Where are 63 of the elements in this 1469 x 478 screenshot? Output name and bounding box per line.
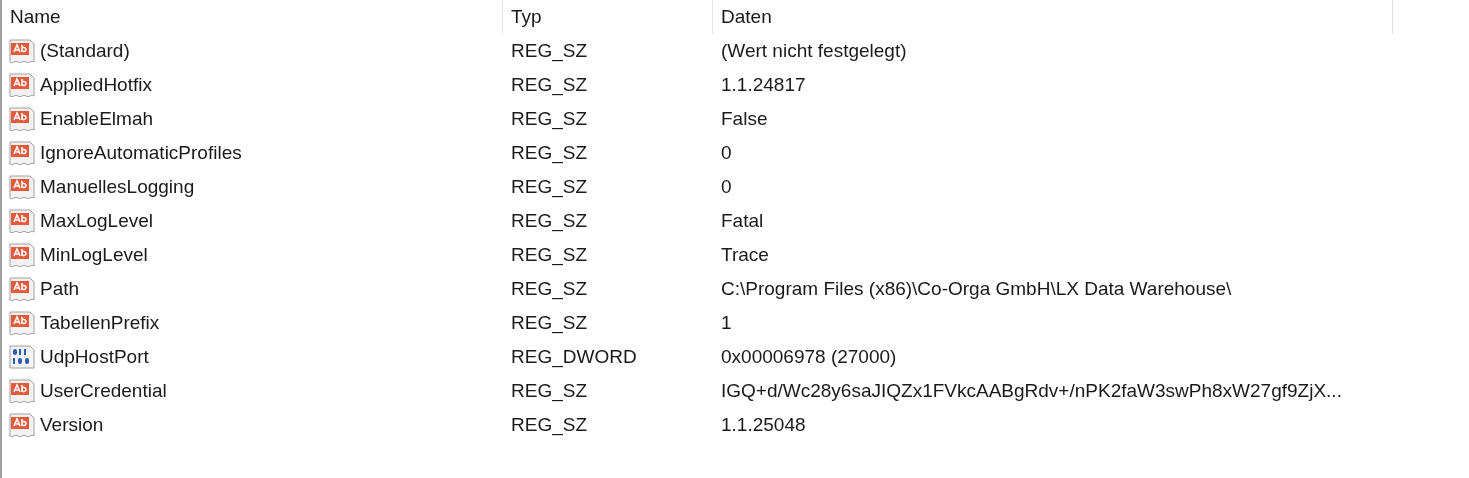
value-type-cell-text: REG_SZ [510, 73, 589, 98]
value-name-cell[interactable]: Path [2, 272, 503, 306]
value-type-cell-text: REG_SZ [510, 243, 589, 268]
value-name: Version [40, 414, 104, 436]
value-name-cell[interactable]: IgnoreAutomaticProfiles [2, 136, 503, 170]
value-name: AppliedHotfix [40, 74, 152, 96]
value-name-cell[interactable]: UdpHostPort [2, 340, 503, 374]
value-type-cell-text: REG_SZ [510, 277, 589, 302]
value-data-cell-text: 0 [720, 175, 733, 199]
value-type-cell-text: REG_SZ [510, 39, 589, 64]
value-name-cell[interactable]: Version [2, 408, 503, 442]
value-data-cell-text: C:\Program Files (x86)\Co-Orga GmbH\LX Data Warehouse\ [720, 277, 1233, 301]
value-name-cell[interactable]: UserCredential [2, 374, 503, 408]
value-name: Path [40, 278, 80, 300]
value-name-cell[interactable]: ManuellesLogging [2, 170, 503, 204]
value-name: MaxLogLevel [40, 210, 154, 232]
string-value-icon [8, 37, 36, 65]
value-name: MinLogLevel [40, 244, 148, 266]
value-type-cell-text: REG_SZ [510, 379, 589, 404]
string-value-icon [8, 411, 36, 439]
string-value-icon [8, 71, 36, 99]
value-name: TabellenPrefix [40, 312, 160, 334]
value-data-cell-text: Trace [720, 243, 770, 267]
value-name-cell[interactable]: TabellenPrefix [2, 306, 503, 340]
binary-value-icon [8, 343, 36, 371]
value-name-cell[interactable]: MinLogLevel [2, 238, 503, 272]
value-name: (Standard) [40, 40, 130, 62]
value-data-cell-text: False [720, 107, 769, 131]
column-header[interactable]: Typ [503, 0, 713, 34]
string-value-icon [8, 241, 36, 269]
value-name-cell[interactable]: MaxLogLevel [2, 204, 503, 238]
value-name: UserCredential [40, 380, 167, 402]
string-value-icon [8, 105, 36, 133]
value-name-cell[interactable]: (Standard) [2, 34, 503, 68]
value-type-cell-text: REG_SZ [510, 107, 589, 132]
value-data-cell-text: 0x00006978 (27000) [720, 345, 898, 369]
value-type-cell-text: REG_SZ [510, 311, 589, 336]
value-type-cell-text: REG_SZ [510, 209, 589, 234]
value-type-cell-text: REG_SZ [510, 141, 589, 166]
value-data-cell-text: IGQ+d/Wc28y6saJIQZx1FVkcAABgRdv+/nPK2faW3swPh8xW27gf9ZjX... [720, 379, 1343, 403]
value-name: UdpHostPort [40, 346, 149, 368]
value-data-cell-text: 1.1.24817 [720, 73, 807, 97]
value-name-cell[interactable]: AppliedHotfix [2, 68, 503, 102]
value-data-cell-text: 1.1.25048 [720, 413, 807, 437]
value-data-cell-text: Fatal [720, 209, 765, 233]
string-value-icon [8, 275, 36, 303]
value-data-cell-text: (Wert nicht festgelegt) [720, 39, 908, 63]
value-data-cell-text: 1 [720, 311, 733, 335]
column-header[interactable]: Daten [713, 0, 1393, 34]
string-value-icon [8, 377, 36, 405]
value-type-cell-text: REG_SZ [510, 413, 589, 438]
string-value-icon [8, 309, 36, 337]
value-name-cell[interactable]: EnableElmah [2, 102, 503, 136]
value-name: EnableElmah [40, 108, 154, 130]
column-header[interactable]: Name [2, 0, 503, 34]
value-name: ManuellesLogging [40, 176, 195, 198]
string-value-icon [8, 207, 36, 235]
string-value-icon [8, 173, 36, 201]
value-data-cell-text: 0 [720, 141, 733, 165]
value-name: IgnoreAutomaticProfiles [40, 142, 242, 164]
string-value-icon [8, 139, 36, 167]
value-type-cell-text: REG_SZ [510, 175, 589, 200]
value-type-cell-text: REG_DWORD [510, 345, 638, 370]
